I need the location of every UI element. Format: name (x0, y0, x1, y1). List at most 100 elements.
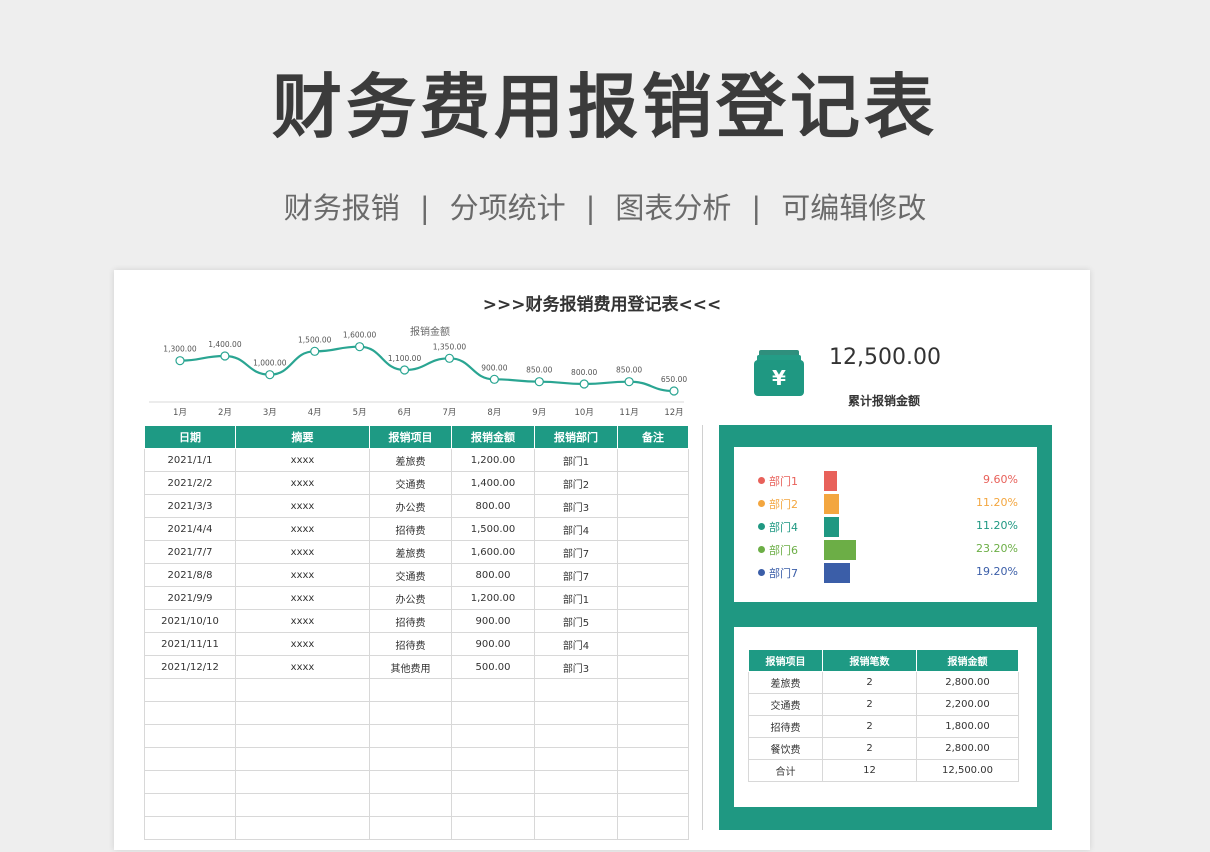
table-cell[interactable]: 部门1 (534, 448, 618, 472)
table-cell[interactable] (369, 747, 452, 771)
table-cell[interactable] (451, 747, 535, 771)
table-cell[interactable] (369, 701, 452, 725)
table-cell[interactable]: xxxx (235, 540, 370, 564)
table-cell[interactable]: 2021/11/11 (144, 632, 236, 656)
table-cell[interactable] (451, 770, 535, 794)
table-cell[interactable]: 2021/12/12 (144, 655, 236, 679)
table-cell[interactable] (369, 793, 452, 817)
table-cell[interactable] (534, 816, 618, 840)
table-cell[interactable] (534, 678, 618, 702)
table-cell[interactable]: 2021/10/10 (144, 609, 236, 633)
table-cell[interactable] (144, 816, 236, 840)
table-cell[interactable]: 900.00 (451, 609, 535, 633)
table-cell[interactable] (534, 770, 618, 794)
table-cell[interactable]: 交通费 (369, 471, 452, 495)
table-cell[interactable] (617, 747, 689, 771)
table-cell[interactable]: 部门7 (534, 563, 618, 587)
table-cell[interactable] (617, 563, 689, 587)
table-cell[interactable]: 部门4 (534, 632, 618, 656)
table-cell[interactable] (451, 793, 535, 817)
table-cell[interactable] (235, 770, 370, 794)
table-cell[interactable] (235, 816, 370, 840)
table-cell[interactable]: 招待费 (369, 632, 452, 656)
table-cell[interactable] (235, 678, 370, 702)
table-cell[interactable] (144, 678, 236, 702)
table-cell[interactable] (144, 701, 236, 725)
table-cell[interactable]: 2021/3/3 (144, 494, 236, 518)
table-cell[interactable] (144, 724, 236, 748)
table-cell[interactable]: xxxx (235, 655, 370, 679)
table-cell[interactable] (617, 816, 689, 840)
table-cell[interactable]: 2021/9/9 (144, 586, 236, 610)
table-cell[interactable] (617, 632, 689, 656)
table-cell[interactable] (617, 678, 689, 702)
table-cell[interactable] (617, 770, 689, 794)
table-cell[interactable]: 部门3 (534, 494, 618, 518)
table-cell[interactable] (617, 655, 689, 679)
table-cell[interactable]: 1,500.00 (451, 517, 535, 541)
table-cell[interactable] (369, 724, 452, 748)
table-cell[interactable]: 部门2 (534, 471, 618, 495)
table-cell[interactable] (235, 793, 370, 817)
table-cell[interactable] (451, 724, 535, 748)
table-cell[interactable]: 1,200.00 (451, 586, 535, 610)
table-cell[interactable]: 1,600.00 (451, 540, 535, 564)
table-cell[interactable]: 900.00 (451, 632, 535, 656)
table-cell[interactable] (617, 471, 689, 495)
table-cell[interactable]: xxxx (235, 471, 370, 495)
table-cell[interactable] (451, 678, 535, 702)
table-cell[interactable] (369, 678, 452, 702)
table-cell[interactable] (617, 494, 689, 518)
table-cell[interactable] (369, 816, 452, 840)
table-cell[interactable]: 2021/2/2 (144, 471, 236, 495)
table-cell[interactable]: 2021/1/1 (144, 448, 236, 472)
table-cell[interactable] (235, 724, 370, 748)
table-cell[interactable]: 1,200.00 (451, 448, 535, 472)
table-cell[interactable]: 部门4 (534, 517, 618, 541)
table-cell[interactable]: xxxx (235, 586, 370, 610)
table-cell[interactable]: xxxx (235, 632, 370, 656)
table-cell[interactable]: 差旅费 (369, 448, 452, 472)
table-cell[interactable]: 部门5 (534, 609, 618, 633)
table-cell[interactable] (235, 747, 370, 771)
table-cell[interactable]: 2021/7/7 (144, 540, 236, 564)
table-cell[interactable] (369, 770, 452, 794)
table-cell[interactable] (617, 609, 689, 633)
table-cell[interactable] (144, 747, 236, 771)
table-cell[interactable] (451, 816, 535, 840)
table-cell[interactable]: xxxx (235, 563, 370, 587)
table-cell[interactable] (534, 701, 618, 725)
table-cell[interactable] (617, 724, 689, 748)
table-cell[interactable]: 部门3 (534, 655, 618, 679)
table-cell[interactable] (534, 747, 618, 771)
table-cell[interactable]: 招待费 (369, 609, 452, 633)
table-cell[interactable] (144, 770, 236, 794)
table-cell[interactable]: 办公费 (369, 586, 452, 610)
table-cell[interactable]: xxxx (235, 517, 370, 541)
table-cell[interactable] (451, 701, 535, 725)
table-cell[interactable]: 500.00 (451, 655, 535, 679)
table-cell[interactable]: 其他费用 (369, 655, 452, 679)
table-cell[interactable]: xxxx (235, 448, 370, 472)
table-cell[interactable] (617, 701, 689, 725)
table-cell[interactable]: 2021/4/4 (144, 517, 236, 541)
table-cell[interactable] (617, 540, 689, 564)
table-cell[interactable]: xxxx (235, 494, 370, 518)
table-cell[interactable]: 800.00 (451, 563, 535, 587)
table-cell[interactable]: 交通费 (369, 563, 452, 587)
table-cell[interactable]: 差旅费 (369, 540, 452, 564)
table-cell[interactable]: xxxx (235, 609, 370, 633)
table-cell[interactable] (617, 517, 689, 541)
table-cell[interactable] (534, 793, 618, 817)
table-cell[interactable] (144, 793, 236, 817)
table-cell[interactable]: 1,400.00 (451, 471, 535, 495)
table-cell[interactable] (617, 448, 689, 472)
table-cell[interactable]: 招待费 (369, 517, 452, 541)
table-cell[interactable]: 2021/8/8 (144, 563, 236, 587)
table-cell[interactable]: 办公费 (369, 494, 452, 518)
table-cell[interactable]: 部门7 (534, 540, 618, 564)
table-cell[interactable] (534, 724, 618, 748)
table-cell[interactable]: 800.00 (451, 494, 535, 518)
table-cell[interactable] (617, 793, 689, 817)
table-cell[interactable]: 部门1 (534, 586, 618, 610)
